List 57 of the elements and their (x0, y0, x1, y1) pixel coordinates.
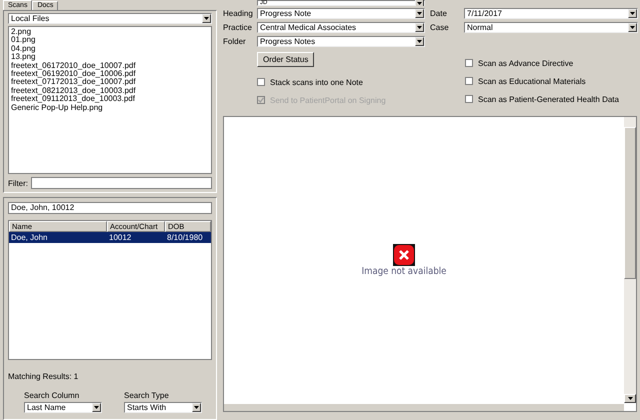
file-item[interactable]: 13.png (11, 53, 209, 62)
table-cell-text: 8/10/1980 (166, 232, 204, 243)
checkbox-label: Scan as Patient-Generated Health Data (478, 94, 619, 104)
filter-field[interactable] (31, 177, 212, 189)
error-icon (393, 244, 415, 266)
filter-label: Filter: (8, 178, 28, 188)
checkbox[interactable] (465, 77, 473, 85)
dropdown[interactable]: Progress Notes (257, 36, 425, 46)
patient-search-field[interactable]: Doe, John, 10012 (8, 202, 212, 214)
dropdown[interactable]: Progress Note (257, 8, 425, 18)
vertical-scrollbar[interactable] (624, 117, 636, 403)
field-label: Search Column (24, 391, 80, 400)
table-cell-text: Doe, John (10, 232, 48, 243)
error-message: Image not available (362, 266, 446, 276)
file-item[interactable]: 2.png (11, 28, 209, 36)
file-item[interactable]: Generic Pop-Up Help.png (11, 104, 209, 112)
dropdown-arrow-icon[interactable] (415, 36, 424, 46)
scroll-down-button[interactable] (624, 394, 636, 403)
file-item[interactable]: freetext_06172010_doe_10007.pdf (11, 62, 209, 70)
field-label: Date (430, 8, 448, 18)
file-item[interactable]: freetext_07172013_doe_10007.pdf (11, 78, 209, 87)
field-label: Case (430, 22, 450, 32)
field-label: Folder (223, 36, 247, 46)
table-row[interactable]: Doe, John 10012 8/10/1980 (9, 232, 211, 243)
dropdown-arrow-icon[interactable] (415, 8, 424, 18)
file-item[interactable]: 01.png (11, 36, 209, 45)
dropdown-arrow-icon[interactable] (192, 403, 201, 412)
dropdown-arrow-icon[interactable] (415, 22, 424, 32)
order-status-button[interactable]: Order Status (257, 52, 314, 67)
file-item[interactable]: freetext_09112013_doe_10003.pdf (11, 95, 209, 104)
checkbox-label: Stack scans into one Note (270, 78, 363, 86)
file-list[interactable] (8, 26, 212, 174)
file-item[interactable]: freetext_06192010_doe_10006.pdf (11, 70, 209, 78)
search-column-dropdown[interactable]: Last Name (24, 402, 102, 413)
dropdown-arrow-icon[interactable] (628, 8, 637, 18)
file-item[interactable]: 04.png (11, 44, 209, 54)
dropdown-arrow-icon[interactable] (92, 403, 101, 412)
source-dropdown[interactable]: Local Files (8, 13, 212, 24)
checkbox-label: Scan as Advance Directive (478, 58, 574, 68)
horizontal-scrollbar[interactable] (224, 403, 624, 411)
search-type-dropdown[interactable]: Starts With (124, 402, 202, 413)
dropdown-arrow-icon[interactable] (202, 14, 211, 23)
dropdown-arrow-icon[interactable] (628, 22, 637, 32)
checkbox[interactable] (465, 59, 473, 67)
table-cell-text: 10012 (108, 232, 132, 243)
caret-down-icon (628, 397, 632, 400)
matching-results: Matching Results: 1 (8, 372, 80, 381)
dropdown[interactable]: 7/11/2017 (464, 8, 638, 18)
field-label: Search Type (124, 391, 170, 400)
field-label: Practice (223, 22, 253, 32)
checkbox-label: Scan as Educational Materials (478, 76, 586, 86)
file-item[interactable]: freetext_08212013_doe_10003.pdf (11, 86, 209, 96)
checkbox[interactable] (465, 95, 473, 103)
field-label: Heading (223, 8, 254, 18)
dropdown[interactable]: Normal (464, 22, 638, 32)
dropdown[interactable]: Central Medical Associates (257, 22, 425, 32)
checkbox[interactable] (257, 78, 265, 86)
